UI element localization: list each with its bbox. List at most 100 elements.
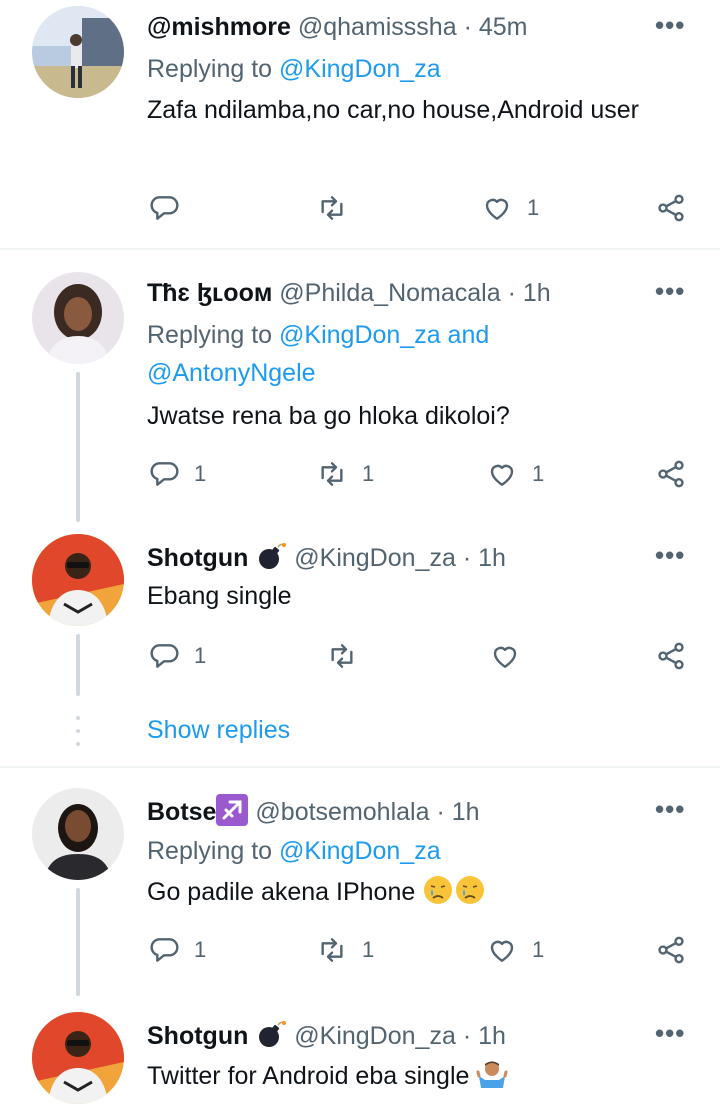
tweet-header: Tħɛ ɮʟooм @Philda_Nomacala · 1h (147, 278, 551, 308)
tweet-text: Ebang single (147, 582, 292, 610)
timestamp[interactable]: · 1h (463, 544, 506, 572)
replying-prefix: Replying to (147, 837, 273, 865)
replying-prefix: Replying to (147, 55, 273, 83)
connector-dot (76, 742, 80, 746)
reply-icon (150, 938, 179, 962)
retweet-icon (331, 644, 353, 668)
reply-count: 1 (194, 461, 207, 486)
divider (0, 248, 720, 250)
timestamp[interactable]: · 45m (464, 13, 528, 41)
avatar-mishmore[interactable] (32, 6, 124, 98)
timestamp[interactable]: · 1h (508, 279, 551, 307)
timestamp[interactable]: · 1h (436, 798, 479, 826)
crying-face-emoji-icon (454, 874, 486, 906)
connector-dot (76, 716, 80, 720)
reply-mention-link[interactable]: @KingDon_za and (279, 321, 489, 349)
tweet-text: Twitter for Android eba single (147, 1056, 687, 1096)
retweet-button[interactable] (326, 640, 358, 672)
thread-line (76, 888, 80, 996)
display-name[interactable]: Shotgun (147, 544, 248, 572)
man-shrugging-emoji-icon (476, 1058, 508, 1090)
reply-button[interactable]: 1 (148, 458, 206, 490)
heart-icon (493, 646, 517, 668)
handle[interactable]: @Philda_Nomacala (279, 279, 500, 307)
replying-to: Replying to @KingDon_za (147, 830, 441, 872)
share-button[interactable] (655, 934, 687, 966)
handle[interactable]: @qhamisssha (298, 13, 457, 41)
share-button[interactable] (655, 640, 687, 672)
reply-button[interactable]: 1 (148, 640, 206, 672)
avatar-botse[interactable] (32, 788, 124, 880)
share-icon (658, 936, 684, 964)
reply-button[interactable] (148, 192, 180, 224)
tweet-header: Shotgun @KingDon_za · 1h (147, 1018, 506, 1051)
heart-icon (485, 198, 509, 220)
reply-count: 1 (194, 937, 207, 962)
heart-icon (490, 464, 514, 486)
tweet-text-content: Go padile akena IPhone (147, 878, 416, 906)
display-name[interactable]: Shotgun (147, 1022, 248, 1050)
bomb-emoji-icon (255, 1018, 287, 1050)
tweet-text: Jwatse rena ba go hloka dikoloi? (147, 402, 510, 430)
retweet-button[interactable] (316, 192, 348, 224)
retweet-icon (321, 462, 343, 486)
avatar-philda[interactable] (32, 272, 124, 364)
replying-to: Replying to @KingDon_za and (147, 314, 489, 356)
reply-icon (150, 196, 179, 220)
tweet-text: Zafa ndilamba,no car,no house,Android us… (147, 96, 639, 124)
display-name[interactable]: Tħɛ ɮʟooм (147, 279, 272, 307)
tweet-header: Botse @botsemohlala · 1h (147, 794, 480, 827)
tweet-text-content: Twitter for Android eba single (147, 1062, 470, 1090)
retweet-icon (321, 196, 343, 220)
share-button[interactable] (655, 192, 687, 224)
divider (0, 766, 720, 768)
handle[interactable]: @botsemohlala (255, 798, 429, 826)
crying-face-emoji-icon (422, 874, 454, 906)
share-icon (658, 642, 684, 670)
like-button[interactable]: 1 (486, 458, 544, 490)
like-count: 1 (532, 461, 545, 486)
retweet-button[interactable]: 1 (316, 934, 374, 966)
heart-icon (490, 940, 514, 962)
connector-dot (76, 729, 80, 733)
handle[interactable]: @KingDon_za (294, 544, 456, 572)
sagittarius-emoji-icon (216, 794, 249, 826)
show-replies-link[interactable]: Show replies (147, 716, 290, 745)
like-count: 1 (532, 937, 545, 962)
retweet-count: 1 (362, 461, 375, 486)
reply-button[interactable]: 1 (148, 934, 206, 966)
like-button[interactable]: 1 (481, 192, 539, 224)
display-name[interactable]: Botse (147, 798, 216, 826)
display-name[interactable]: @mishmore (147, 13, 291, 41)
reply-icon (150, 462, 179, 486)
tweet-header: @mishmore @qhamisssha · 45m (147, 12, 527, 42)
share-icon (658, 460, 684, 488)
reply-mention-link[interactable]: @AntonyNgele (147, 359, 316, 387)
avatar-shotgun[interactable] (32, 534, 124, 626)
more-options-button[interactable]: ••• (655, 276, 685, 307)
replying-to-line2: @AntonyNgele (147, 352, 316, 394)
retweet-count: 1 (362, 937, 375, 962)
more-options-button[interactable]: ••• (655, 1018, 685, 1049)
timestamp[interactable]: · 1h (463, 1022, 506, 1050)
thread-line (76, 372, 80, 522)
retweet-icon (321, 938, 343, 962)
avatar-shotgun[interactable] (32, 1012, 124, 1104)
tweet-text: Go padile akena IPhone (147, 872, 687, 912)
tweet-header: Shotgun @KingDon_za · 1h (147, 540, 506, 573)
reply-count: 1 (194, 643, 207, 668)
like-button[interactable]: 1 (486, 934, 544, 966)
more-options-button[interactable]: ••• (655, 10, 685, 41)
reply-mention-link[interactable]: @KingDon_za (279, 55, 441, 83)
like-button[interactable] (489, 640, 521, 672)
bomb-emoji-icon (255, 540, 287, 572)
reply-icon (150, 644, 179, 668)
like-count: 1 (527, 195, 540, 220)
handle[interactable]: @KingDon_za (294, 1022, 456, 1050)
retweet-button[interactable]: 1 (316, 458, 374, 490)
replying-prefix: Replying to (147, 321, 273, 349)
more-options-button[interactable]: ••• (655, 794, 685, 825)
reply-mention-link[interactable]: @KingDon_za (279, 837, 441, 865)
more-options-button[interactable]: ••• (655, 540, 685, 571)
share-button[interactable] (655, 458, 687, 490)
